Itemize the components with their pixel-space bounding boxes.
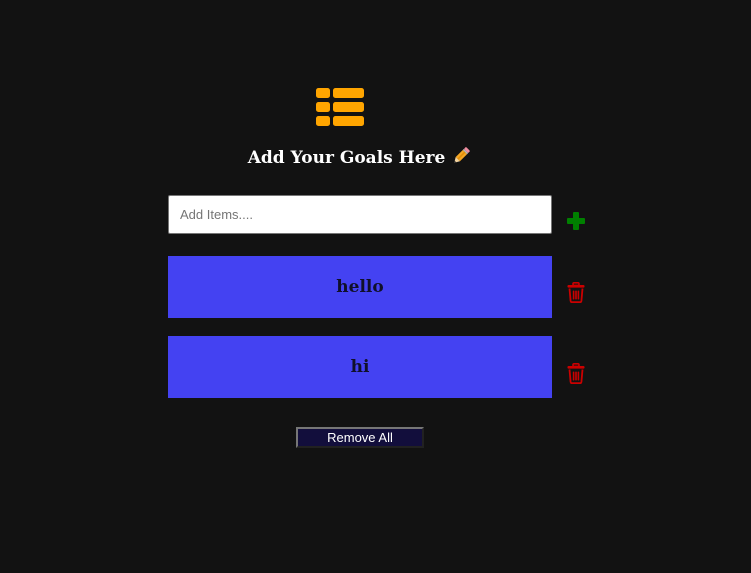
todo-app: Add Your Goals Here hello hi [0,0,751,573]
page-title-row: Add Your Goals Here [0,146,719,169]
trash-icon[interactable] [567,282,585,303]
pencil-icon [454,147,471,163]
list-item-label: hi [350,357,370,377]
remove-all-button[interactable]: Remove All [296,427,424,448]
plus-icon[interactable] [566,211,586,231]
list-item: hello [168,256,552,318]
list-item-label: hello [336,277,384,297]
list-icon [316,88,364,126]
list-item: hi [168,336,552,398]
trash-icon[interactable] [567,363,585,384]
add-item-input[interactable] [168,195,552,234]
page-title: Add Your Goals Here [247,148,446,168]
